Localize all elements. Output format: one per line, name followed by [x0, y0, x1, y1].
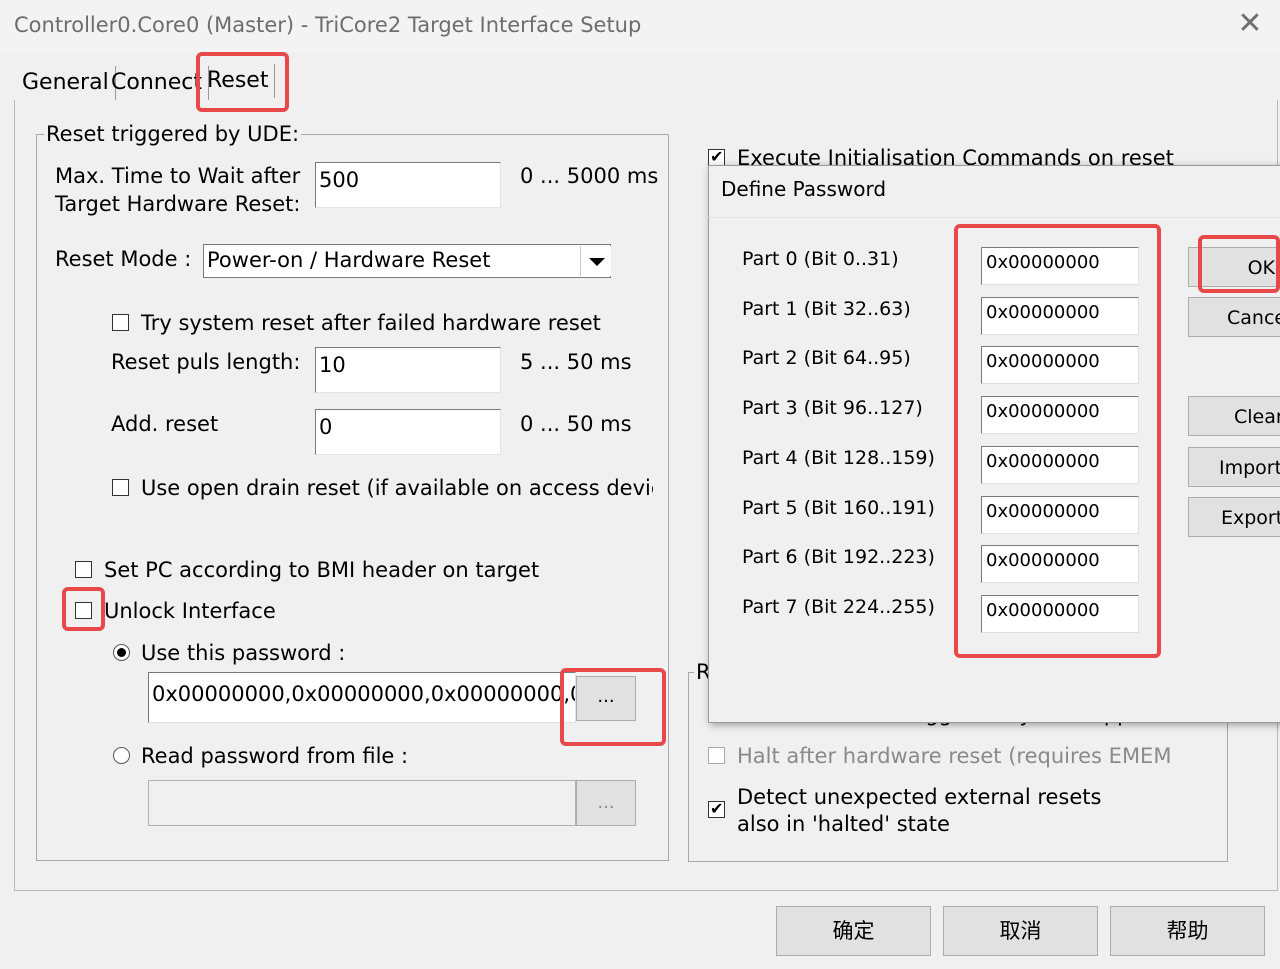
use-password-label: Use this password :	[141, 641, 346, 665]
file-browse-button[interactable]: ...	[576, 780, 636, 826]
max-wait-label-2: Target Hardware Reset:	[55, 192, 301, 216]
cancel-button[interactable]: 取消	[943, 906, 1098, 956]
password-part-label: Part 3 (Bit 96..127)	[742, 397, 923, 420]
help-button[interactable]: 帮助	[1110, 906, 1265, 956]
detect-reset-checkbox[interactable]	[708, 798, 725, 820]
max-wait-label-1: Max. Time to Wait after	[55, 164, 301, 188]
password-part-label: Part 0 (Bit 0..31)	[742, 248, 899, 270]
set-pc-label: Set PC according to BMI header on target	[104, 558, 540, 582]
max-wait-input[interactable]: 500	[315, 162, 501, 208]
try-system-reset-checkbox[interactable]	[112, 314, 129, 331]
reset-puls-range: 5 ... 50 ms	[520, 350, 632, 374]
halt-hw-label: Halt after hardware reset (requires EMEM	[737, 744, 1172, 768]
password-part-label: Part 6 (Bit 192..223)	[742, 546, 935, 569]
password-part-label: Part 1 (Bit 32..63)	[742, 297, 911, 320]
open-drain-checkbox[interactable]	[112, 479, 129, 496]
dialog-title: Define Password	[721, 177, 887, 201]
dialog-title-divider	[708, 217, 1280, 218]
add-reset-label: Add. reset	[111, 412, 219, 436]
password-part-label: Part 5 (Bit 160..191)	[742, 496, 935, 519]
tab-reset-highlight	[196, 52, 289, 112]
dialog-import-button[interactable]: Import...	[1188, 447, 1280, 487]
tab-connect[interactable]: Connect	[105, 66, 209, 100]
reset-mode-label: Reset Mode :	[55, 247, 192, 271]
dialog-export-button[interactable]: Export...	[1188, 497, 1280, 537]
reset-mode-value: Power-on / Hardware Reset	[207, 248, 491, 272]
reset-puls-label: Reset puls length:	[111, 350, 301, 374]
add-reset-input[interactable]: 0	[315, 409, 501, 455]
set-pc-checkbox[interactable]	[75, 561, 92, 578]
window-title: Controller0.Core0 (Master) - TriCore2 Ta…	[14, 13, 642, 37]
halt-hw-checkbox[interactable]	[708, 747, 725, 764]
open-drain-label: Use open drain reset (if available on ac…	[141, 476, 653, 500]
dialog-ok-highlight	[1198, 235, 1280, 293]
password-part-label: Part 2 (Bit 64..95)	[742, 347, 911, 370]
dialog-cancel-button[interactable]: Cancel	[1188, 297, 1280, 337]
max-wait-range: 0 ... 5000 ms	[520, 164, 659, 188]
password-input[interactable]: 0x00000000,0x00000000,0x00000000,0x00000…	[148, 672, 576, 723]
reset-group-label: Reset triggered by UDE:	[44, 122, 302, 146]
close-icon[interactable]: ✕	[1236, 8, 1264, 40]
dialog-clear-button[interactable]: Clear	[1188, 396, 1280, 436]
read-file-label: Read password from file :	[141, 744, 409, 768]
try-system-reset-label: Try system reset after failed hardware r…	[141, 311, 601, 335]
add-reset-range: 0 ... 50 ms	[520, 412, 632, 436]
ok-button[interactable]: 确定	[776, 906, 931, 956]
use-password-radio[interactable]	[113, 644, 130, 661]
browse-button-highlight	[560, 668, 666, 746]
read-file-radio[interactable]	[113, 747, 130, 764]
password-file-input[interactable]	[148, 780, 576, 826]
tab-general[interactable]: General	[16, 66, 116, 100]
password-part-label: Part 4 (Bit 128..159)	[742, 446, 935, 469]
unlock-checkbox-highlight	[62, 587, 105, 631]
detect-reset-label-2: also in 'halted' state	[737, 812, 950, 836]
unlock-interface-label: Unlock Interface	[104, 599, 276, 623]
detect-reset-label-1: Detect unexpected external resets	[737, 785, 1102, 809]
password-part-label: Part 7 (Bit 224..255)	[742, 595, 935, 618]
password-parts-highlight	[954, 224, 1161, 658]
chevron-down-icon[interactable]	[580, 246, 611, 276]
reset-puls-input[interactable]: 10	[315, 347, 501, 393]
exec-init-checkbox[interactable]	[708, 146, 725, 168]
reset-mode-select[interactable]: Power-on / Hardware Reset	[203, 244, 611, 278]
